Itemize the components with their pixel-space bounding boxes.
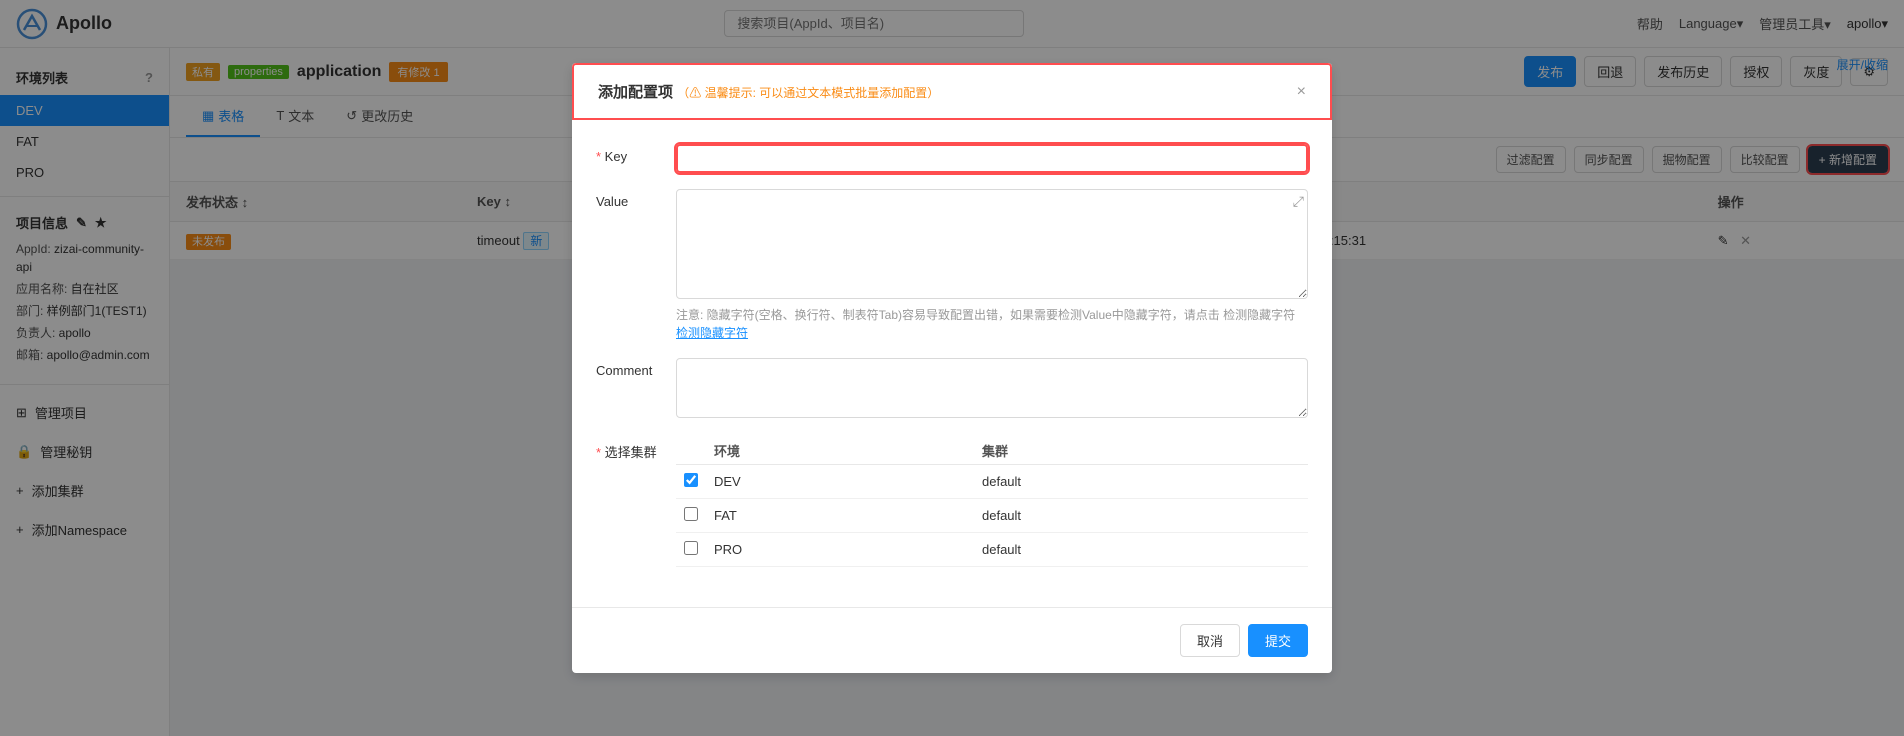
value-label: Value bbox=[596, 189, 676, 209]
comment-label: Comment bbox=[596, 358, 676, 378]
key-label: Key bbox=[596, 144, 676, 164]
expand-icon[interactable]: ⤢ bbox=[1293, 193, 1304, 210]
cluster-col-env: 环境 bbox=[706, 437, 974, 465]
cluster-env-dev: DEV bbox=[706, 465, 974, 499]
cluster-label: 选择集群 bbox=[596, 437, 676, 461]
comment-field-row: Comment bbox=[596, 358, 1308, 421]
value-field-row: Value ⤢ 注意: 隐藏字符(空格、换行符、制表符Tab)容易导致配置出错，… bbox=[596, 189, 1308, 342]
cluster-col-select bbox=[676, 437, 706, 465]
modal-hint: （⚠ 温馨提示: 可以通过文本模式批量添加配置） bbox=[677, 86, 939, 100]
cluster-control: 环境 集群 DEV default bbox=[676, 437, 1308, 567]
comment-textarea[interactable] bbox=[676, 358, 1308, 418]
key-input[interactable] bbox=[676, 144, 1308, 173]
cluster-checkbox-fat[interactable] bbox=[684, 507, 698, 521]
cluster-name-dev: default bbox=[974, 465, 1308, 499]
modal-close-button[interactable]: × bbox=[1297, 83, 1306, 101]
cluster-name-fat: default bbox=[974, 499, 1308, 533]
hint-icon: ⚠ bbox=[689, 86, 701, 100]
cluster-name-pro: default bbox=[974, 533, 1308, 567]
textarea-wrapper: ⤢ bbox=[676, 189, 1308, 302]
key-control bbox=[676, 144, 1308, 173]
detect-hidden-link[interactable]: 检测隐藏字符 bbox=[676, 326, 748, 340]
cluster-row-dev: DEV default bbox=[676, 465, 1308, 499]
cluster-checkbox-pro[interactable] bbox=[684, 541, 698, 555]
key-field-row: Key bbox=[596, 144, 1308, 173]
cluster-checkbox-dev[interactable] bbox=[684, 473, 698, 487]
modal-footer: 取消 提交 bbox=[572, 607, 1332, 673]
modal-body: Key Value ⤢ 注意: 隐藏字符(空格、换行符、制表符Tab)容易导致配… bbox=[572, 120, 1332, 607]
value-textarea[interactable] bbox=[676, 189, 1308, 299]
cluster-env-fat: FAT bbox=[706, 499, 974, 533]
cancel-button[interactable]: 取消 bbox=[1180, 624, 1240, 657]
cluster-row-fat: FAT default bbox=[676, 499, 1308, 533]
add-config-modal: 添加配置项 （⚠ 温馨提示: 可以通过文本模式批量添加配置） × Key Val… bbox=[572, 63, 1332, 673]
cluster-row-pro: PRO default bbox=[676, 533, 1308, 567]
cluster-table: 环境 集群 DEV default bbox=[676, 437, 1308, 567]
cluster-env-pro: PRO bbox=[706, 533, 974, 567]
comment-control bbox=[676, 358, 1308, 421]
value-control: ⤢ 注意: 隐藏字符(空格、换行符、制表符Tab)容易导致配置出错，如果需要检测… bbox=[676, 189, 1308, 342]
modal-title: 添加配置项 （⚠ 温馨提示: 可以通过文本模式批量添加配置） bbox=[598, 81, 939, 102]
modal-overlay: 添加配置项 （⚠ 温馨提示: 可以通过文本模式批量添加配置） × Key Val… bbox=[0, 0, 1904, 736]
value-hint: 注意: 隐藏字符(空格、换行符、制表符Tab)容易导致配置出错，如果需要检测Va… bbox=[676, 306, 1308, 342]
cluster-field-row: 选择集群 环境 集群 DEV bbox=[596, 437, 1308, 567]
modal-header: 添加配置项 （⚠ 温馨提示: 可以通过文本模式批量添加配置） × bbox=[572, 63, 1332, 120]
submit-button[interactable]: 提交 bbox=[1248, 624, 1308, 657]
cluster-col-cluster: 集群 bbox=[974, 437, 1308, 465]
